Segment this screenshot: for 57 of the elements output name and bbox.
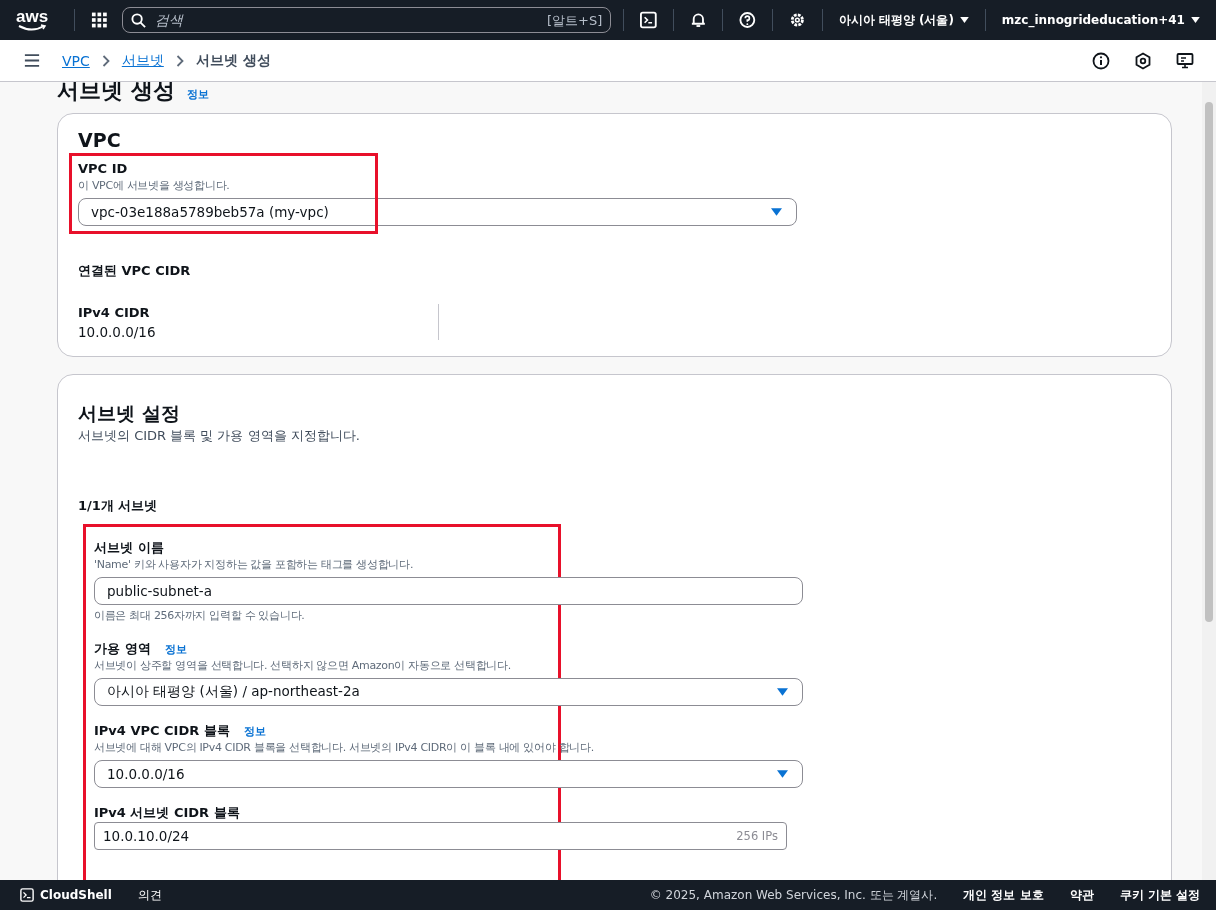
chevron-icon <box>101 54 110 67</box>
caret-icon <box>777 770 788 778</box>
terminal-icon[interactable] <box>640 11 657 29</box>
cidr-input[interactable]: 10.0.10.0/24 256 IPs <box>94 822 787 850</box>
field-label: 서브넷 이름 <box>94 539 164 557</box>
bell-icon[interactable] <box>689 11 707 29</box>
chevron-icon <box>175 54 184 67</box>
section-title: VPC <box>78 128 122 152</box>
info-link[interactable]: 정보 <box>186 87 209 102</box>
footer-link[interactable]: 개인 정보 보호 <box>963 886 1044 904</box>
field-label: IPv4 VPC CIDR 블록 <box>94 722 230 740</box>
apps-grid-icon[interactable] <box>91 11 108 29</box>
page-title: 서브넷 생성 <box>57 82 175 104</box>
subnet-count: 1/1개 서브넷 <box>78 497 159 515</box>
aws-logo[interactable]: aws <box>16 8 49 32</box>
caret-icon <box>959 17 969 23</box>
breadcrumb-link[interactable]: 서브넷 <box>121 51 164 70</box>
cidr-label: IPv4 CIDR <box>78 304 151 322</box>
vpc-select[interactable]: vpc-03e188a5789beb57a (my-vpc) <box>78 198 797 226</box>
caret-icon <box>771 208 782 216</box>
caret-icon <box>777 688 788 696</box>
region-menu[interactable]: 아시아 태평양 (서울) <box>834 11 973 29</box>
breadcrumb-current: 서브넷 생성 <box>195 51 271 70</box>
feedback-link[interactable]: 의견 <box>137 886 162 904</box>
search-icon <box>130 12 146 28</box>
screen-feedback-icon[interactable] <box>1176 51 1194 70</box>
field-hint: 이름은 최대 256자까지 입력할 수 있습니다. <box>94 608 306 624</box>
settings-icon[interactable] <box>788 11 806 29</box>
info-link[interactable]: 정보 <box>164 642 187 657</box>
field-description: 이 VPC에 서브넷을 생성합니다. <box>78 178 231 194</box>
section-description: 서브넷의 CIDR 블록 및 가용 영역을 지정합니다. <box>78 427 361 445</box>
field-label: IPv4 서브넷 CIDR 블록 <box>94 804 240 822</box>
info-link[interactable]: 정보 <box>243 724 266 739</box>
copyright-text: © 2025, Amazon Web Services, Inc. 또는 계열사. <box>649 886 938 904</box>
scrollbar[interactable] <box>1202 82 1216 880</box>
field-description: 서브넷이 상주할 영역을 선택합니다. 선택하지 않으면 Amazon이 자동으로 선택합니다. <box>94 658 513 674</box>
account-menu[interactable]: mzc_innogrideducation+41 <box>997 13 1204 27</box>
info-icon[interactable] <box>1092 51 1110 70</box>
help-icon[interactable] <box>739 11 757 29</box>
keyboard-shortcut: [알트+S] <box>546 12 603 30</box>
field-label: 가용 영역 <box>94 640 151 658</box>
caret-icon <box>1190 17 1200 23</box>
dropdown-select[interactable]: 아시아 태평양 (서울) / ap-northeast-2a <box>94 678 803 706</box>
menu-icon[interactable] <box>24 54 40 67</box>
terminal-icon <box>20 888 34 902</box>
text-input[interactable]: public-subnet-a <box>94 577 803 605</box>
cloudshell-button[interactable]: CloudShell <box>20 888 112 902</box>
section-title: 서브넷 설정 <box>78 401 181 425</box>
breadcrumb-link[interactable]: VPC <box>62 52 90 69</box>
footer-link[interactable]: 쿠키 기본 설정 <box>1119 886 1200 904</box>
dropdown-select[interactable]: 10.0.0.0/16 <box>94 760 803 788</box>
cidr-value: 10.0.0.0/16 <box>78 324 157 340</box>
subsection-heading: 연결된 VPC CIDR <box>78 262 192 280</box>
hexagon-icon[interactable] <box>1134 51 1152 70</box>
footer-link[interactable]: 약관 <box>1069 886 1094 904</box>
field-label: VPC ID <box>78 160 129 178</box>
field-description: 'Name' 키와 사용자가 지정하는 값을 포함하는 태그를 생성합니다. <box>94 557 415 573</box>
